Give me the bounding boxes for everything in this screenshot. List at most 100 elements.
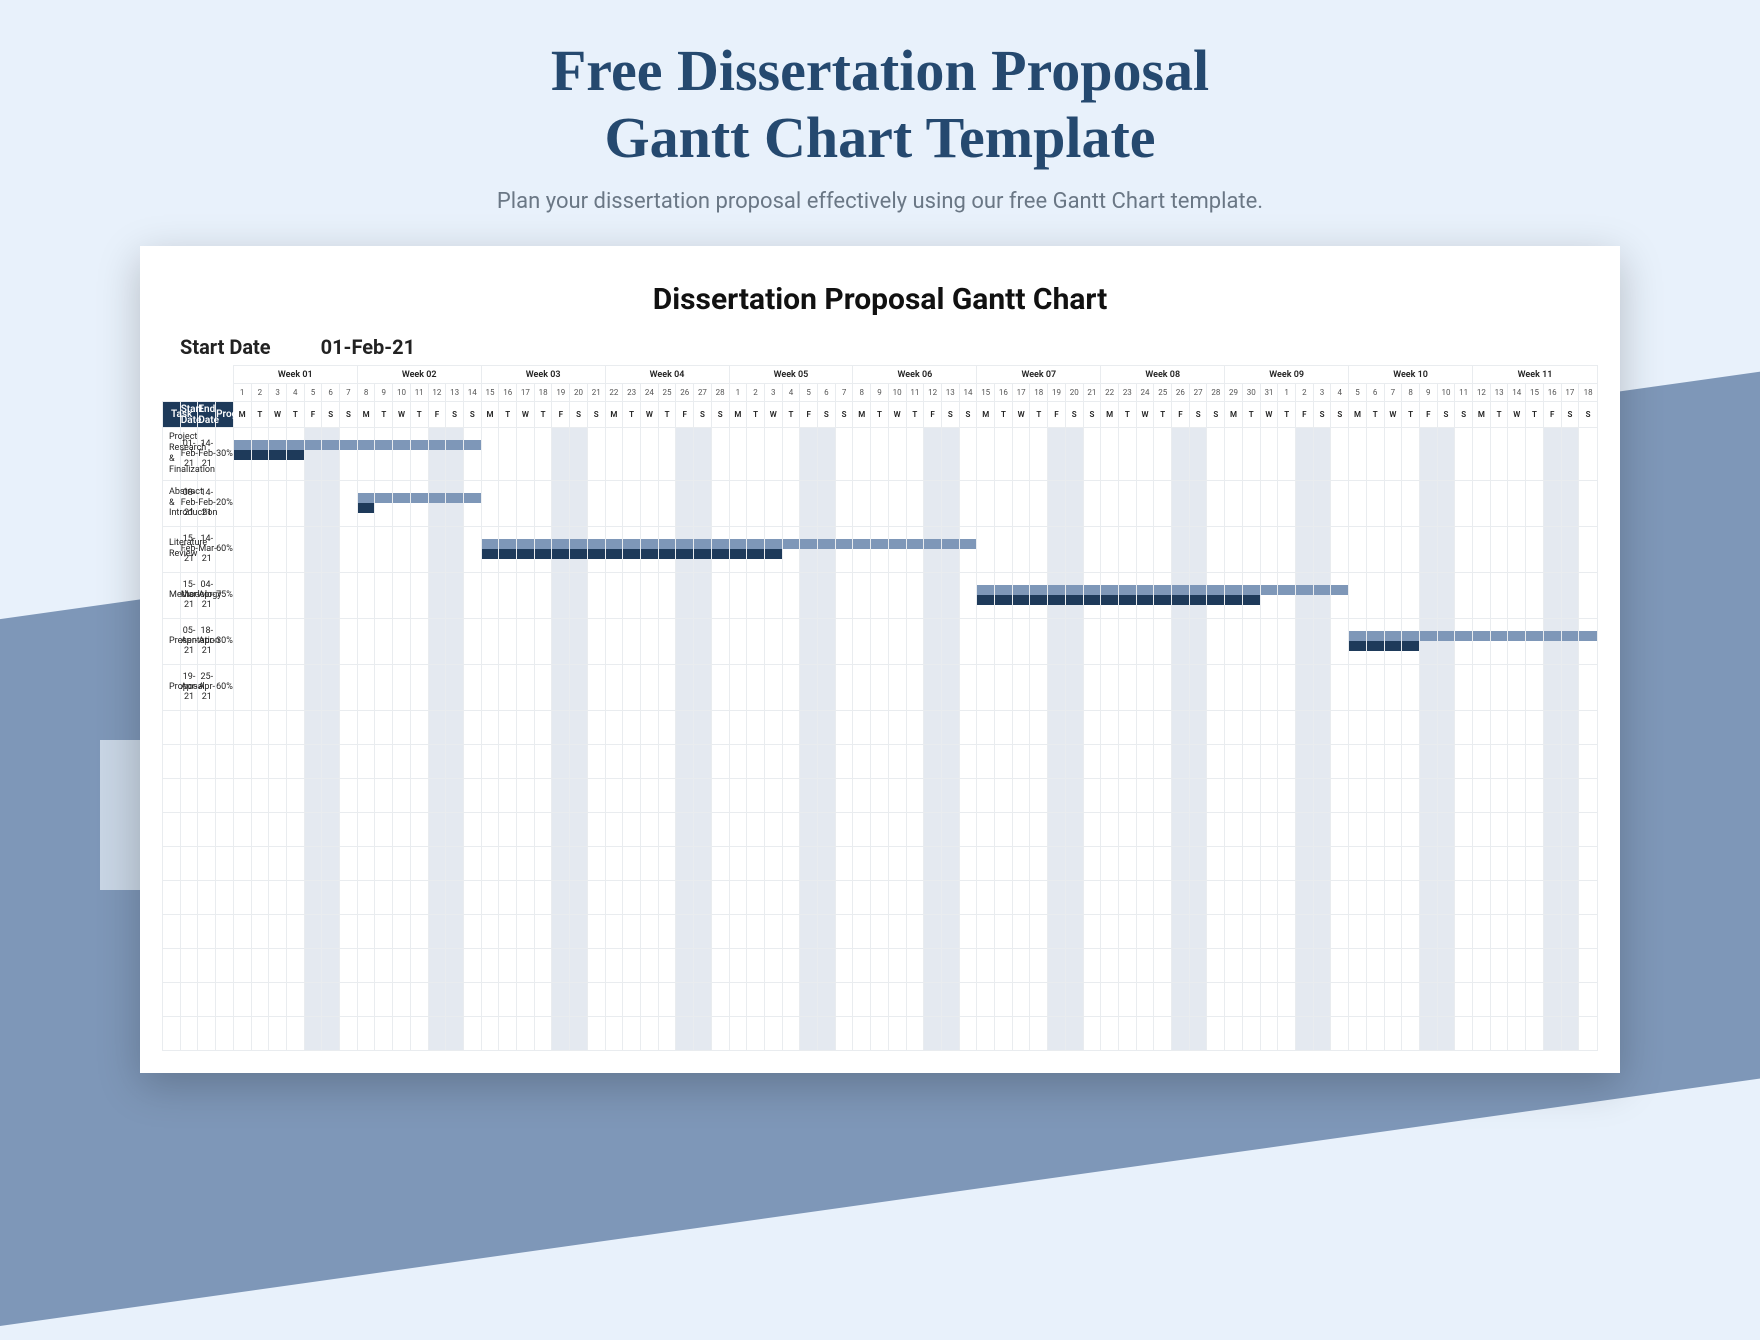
- progress-bar: [234, 450, 251, 460]
- gantt-cell: [764, 618, 782, 664]
- gantt-cell: [995, 428, 1013, 480]
- gantt-cell: [1296, 618, 1314, 664]
- plan-bar: [1207, 585, 1224, 595]
- gantt-cell: [658, 572, 676, 618]
- gantt-cell: [1402, 480, 1420, 526]
- dow-header: T: [1242, 402, 1260, 428]
- plan-bar: [1455, 631, 1472, 641]
- dow-header: T: [1526, 402, 1544, 428]
- task-row: Presentation05-Apr-2118-Apr-2130%: [163, 618, 1598, 664]
- plan-bar: [606, 539, 623, 549]
- gantt-cell: [623, 572, 641, 618]
- plan-bar: [1137, 585, 1154, 595]
- dow-header: M: [1225, 402, 1243, 428]
- empty-row: [163, 914, 1598, 948]
- progress-bar: [1154, 595, 1171, 605]
- gantt-cell: [587, 526, 605, 572]
- gantt-cell: [924, 618, 942, 664]
- gantt-cell: [463, 526, 481, 572]
- plan-bar: [269, 440, 286, 450]
- gantt-cell: [764, 664, 782, 710]
- gantt-cell: [1260, 664, 1278, 710]
- gantt-cell: [428, 572, 446, 618]
- gantt-cell: [1331, 526, 1349, 572]
- task-progress: 75%: [216, 572, 234, 618]
- gantt-cell: [1526, 428, 1544, 480]
- gantt-cell: [1313, 572, 1331, 618]
- gantt-cell: [782, 428, 800, 480]
- plan-bar: [1579, 631, 1597, 641]
- task-row: Project Research & Finalization01-Feb-21…: [163, 428, 1598, 480]
- gantt-cell: [1455, 664, 1473, 710]
- gantt-cell: [570, 618, 588, 664]
- gantt-cell: [446, 664, 464, 710]
- dow-header: T: [375, 402, 393, 428]
- column-header-start: Start Date: [180, 402, 198, 428]
- day-number: 12: [428, 384, 446, 402]
- gantt-cell: [658, 664, 676, 710]
- progress-bar: [1225, 595, 1242, 605]
- day-number: 12: [924, 384, 942, 402]
- gantt-cell: [941, 664, 959, 710]
- gantt-cell: [1296, 664, 1314, 710]
- gantt-cell: [959, 618, 977, 664]
- gantt-cell: [304, 618, 322, 664]
- plan-bar: [429, 493, 446, 503]
- gantt-cell: [1012, 526, 1030, 572]
- gantt-cell: [1118, 572, 1136, 618]
- day-number: 20: [1065, 384, 1083, 402]
- progress-bar: [552, 549, 569, 559]
- gantt-cell: [1260, 526, 1278, 572]
- plan-bar: [676, 539, 693, 549]
- gantt-cell: [1473, 618, 1491, 664]
- dow-header: T: [1154, 402, 1172, 428]
- gantt-cell: [835, 428, 853, 480]
- day-number: 3: [269, 384, 287, 402]
- gantt-cell: [729, 526, 747, 572]
- dow-header: S: [1331, 402, 1349, 428]
- gantt-cell: [499, 480, 517, 526]
- plan-bar: [588, 539, 605, 549]
- day-number: 4: [1331, 384, 1349, 402]
- dow-header: M: [853, 402, 871, 428]
- gantt-cell: [1207, 572, 1225, 618]
- plan-bar: [375, 493, 392, 503]
- plan-bar: [535, 539, 552, 549]
- gantt-cell: [1419, 572, 1437, 618]
- gantt-cell: [818, 480, 836, 526]
- gantt-cell: [1526, 572, 1544, 618]
- gantt-cell: [1136, 664, 1154, 710]
- gantt-cell: [1207, 480, 1225, 526]
- progress-bar: [1402, 641, 1419, 651]
- gantt-cell: [1490, 572, 1508, 618]
- dow-header: W: [393, 402, 411, 428]
- progress-bar: [694, 549, 711, 559]
- dow-header: F: [800, 402, 818, 428]
- gantt-cell: [1508, 572, 1526, 618]
- plan-bar: [287, 440, 304, 450]
- gantt-cell: [1384, 526, 1402, 572]
- gantt-cell: [375, 526, 393, 572]
- dow-header: M: [1101, 402, 1119, 428]
- gantt-cell: [640, 480, 658, 526]
- gantt-cell: [711, 618, 729, 664]
- gantt-cell: [959, 572, 977, 618]
- task-name: Literature Review: [163, 526, 181, 572]
- gantt-cell: [304, 480, 322, 526]
- day-number: 17: [517, 384, 535, 402]
- dow-header: F: [1048, 402, 1066, 428]
- gantt-cell: [1225, 572, 1243, 618]
- gantt-cell: [340, 572, 358, 618]
- plan-bar: [818, 539, 835, 549]
- gantt-cell: [570, 664, 588, 710]
- day-number: 23: [623, 384, 641, 402]
- empty-row: [163, 880, 1598, 914]
- gantt-cell: [1048, 618, 1066, 664]
- gantt-cell: [764, 480, 782, 526]
- gantt-cell: [1366, 618, 1384, 664]
- gantt-cell: [1419, 480, 1437, 526]
- dow-header: S: [818, 402, 836, 428]
- task-name: Methodology: [163, 572, 181, 618]
- progress-bar: [1066, 595, 1083, 605]
- day-number: 11: [906, 384, 924, 402]
